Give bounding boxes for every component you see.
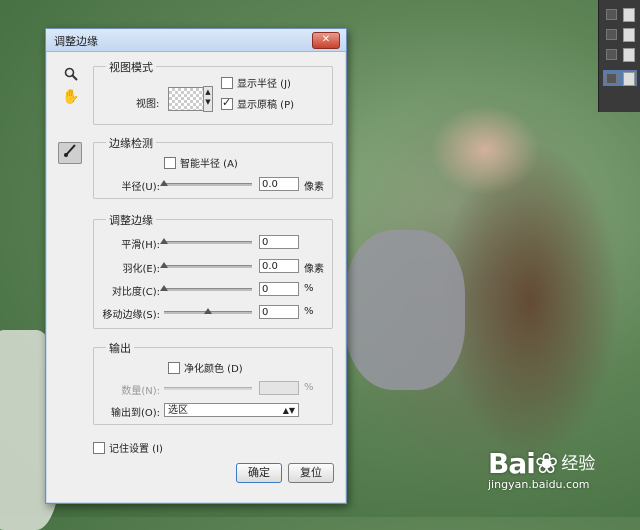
feather-unit: 像素 [304, 264, 324, 275]
baidu-jingyan-watermark: Bai❀ 经验 jingyan.baidu.com [488, 447, 595, 491]
smooth-slider-thumb[interactable] [160, 238, 168, 244]
smart-radius-checkbox[interactable]: 智能半径 (A) [164, 155, 238, 170]
show-radius-label: 显示半径 (J) [237, 79, 291, 90]
radius-input[interactable]: 0.0 [259, 177, 299, 191]
edge-detection-group: 边缘检测 智能半径 (A) 半径(U): 0.0 像素 [93, 135, 333, 199]
amount-slider-track [164, 387, 252, 390]
visibility-icon[interactable] [606, 73, 617, 84]
output-to-select[interactable]: 选区 ▲▼ [164, 403, 299, 417]
view-mode-title: 视图模式 [106, 59, 156, 75]
dialog-title: 调整边缘 [54, 35, 98, 48]
feather-slider-thumb[interactable] [160, 262, 168, 268]
layer-row[interactable] [603, 6, 637, 22]
radius-label: 半径(U): [121, 182, 161, 193]
visibility-icon[interactable] [606, 9, 617, 20]
layer-thumbnail-icon [623, 72, 635, 86]
output-to-label: 输出到(O): [110, 408, 160, 419]
remember-settings-label: 记住设置 (I) [109, 444, 163, 455]
contrast-slider-track[interactable] [164, 288, 252, 291]
background-shirt [345, 230, 465, 390]
chevron-down-icon: ▲▼ [282, 406, 295, 415]
refine-radius-brush-icon[interactable] [58, 142, 82, 164]
layer-thumbnail-icon [623, 8, 635, 22]
visibility-icon[interactable] [606, 49, 617, 60]
layer-row-selected[interactable] [603, 70, 637, 86]
output-title: 输出 [106, 340, 134, 356]
adjust-edge-group: 调整边缘 平滑(H): 0 羽化(E): 0.0 像素 对比度(C): 0 % … [93, 212, 333, 329]
edge-detection-title: 边缘检测 [106, 135, 156, 151]
shift-edge-unit: % [304, 306, 314, 317]
show-radius-box[interactable] [221, 77, 233, 89]
show-radius-checkbox[interactable]: 显示半径 (J) [221, 75, 291, 90]
adjust-edge-title: 调整边缘 [106, 212, 156, 228]
smooth-slider-track[interactable] [164, 241, 252, 244]
amount-unit: % [304, 382, 314, 393]
ok-button[interactable]: 确定 [236, 463, 282, 483]
amount-label: 数量(N): [121, 386, 160, 397]
contrast-slider-thumb[interactable] [160, 285, 168, 291]
close-icon: ✕ [321, 34, 331, 45]
reset-button[interactable]: 复位 [288, 463, 334, 483]
close-button[interactable]: ✕ [312, 32, 340, 49]
watermark-cn: 经验 [561, 454, 596, 474]
watermark-url: jingyan.baidu.com [488, 478, 590, 491]
contrast-label: 对比度(C): [111, 287, 160, 298]
feather-input[interactable]: 0.0 [259, 259, 299, 273]
radius-slider-thumb[interactable] [160, 180, 168, 186]
decontaminate-label: 净化颜色 (D) [184, 364, 243, 375]
view-mode-group: 视图模式 视图: ▲▼ 显示半径 (J) 显示原稿 (P) [93, 59, 333, 125]
amount-input [259, 381, 299, 395]
feather-slider-track[interactable] [164, 265, 252, 268]
contrast-unit: % [304, 283, 314, 294]
output-to-value: 选区 [168, 405, 188, 416]
show-original-label: 显示原稿 (P) [237, 100, 295, 111]
hand-icon[interactable]: ✋ [60, 87, 82, 107]
dialog-titlebar[interactable]: 调整边缘 ✕ [46, 29, 346, 52]
layer-thumbnail-icon [623, 28, 635, 42]
smart-radius-label: 智能半径 (A) [180, 159, 238, 170]
background-face [430, 105, 540, 195]
visibility-icon[interactable] [606, 29, 617, 40]
watermark-paw: ❀ [534, 447, 558, 480]
decontaminate-box[interactable] [168, 362, 180, 374]
show-original-checkbox[interactable]: 显示原稿 (P) [221, 96, 294, 111]
remember-settings-box[interactable] [93, 442, 105, 454]
refine-edge-dialog: 调整边缘 ✕ ✋ 视图模式 视图: ▲▼ 显示半径 (J) 显示原稿 (P) 边… [45, 28, 347, 504]
remember-settings-checkbox[interactable]: 记住设置 (I) [93, 440, 163, 455]
smooth-label: 平滑(H): [121, 240, 160, 251]
view-label: 视图: [136, 99, 160, 110]
decontaminate-checkbox[interactable]: 净化颜色 (D) [168, 360, 243, 375]
zoom-icon[interactable] [60, 67, 82, 87]
shift-edge-slider-thumb[interactable] [204, 308, 212, 314]
layer-row[interactable] [603, 26, 637, 42]
layer-row[interactable] [603, 46, 637, 62]
view-mode-dropdown[interactable]: ▲ ▼ [203, 86, 213, 112]
radius-slider-track[interactable] [164, 183, 252, 186]
watermark-brand: Bai [488, 447, 536, 480]
shift-edge-label: 移动边缘(S): [102, 310, 160, 321]
smart-radius-box[interactable] [164, 157, 176, 169]
shift-edge-input[interactable]: 0 [259, 305, 299, 319]
view-mode-thumbnail[interactable] [168, 87, 204, 111]
output-group: 输出 净化颜色 (D) 数量(N): % 输出到(O): 选区 ▲▼ [93, 340, 333, 425]
layer-thumbnail-icon [623, 48, 635, 62]
feather-label: 羽化(E): [122, 264, 161, 275]
layers-panel [598, 0, 640, 112]
show-original-box[interactable] [221, 96, 233, 110]
radius-unit: 像素 [304, 182, 324, 193]
contrast-input[interactable]: 0 [259, 282, 299, 296]
smooth-input[interactable]: 0 [259, 235, 299, 249]
